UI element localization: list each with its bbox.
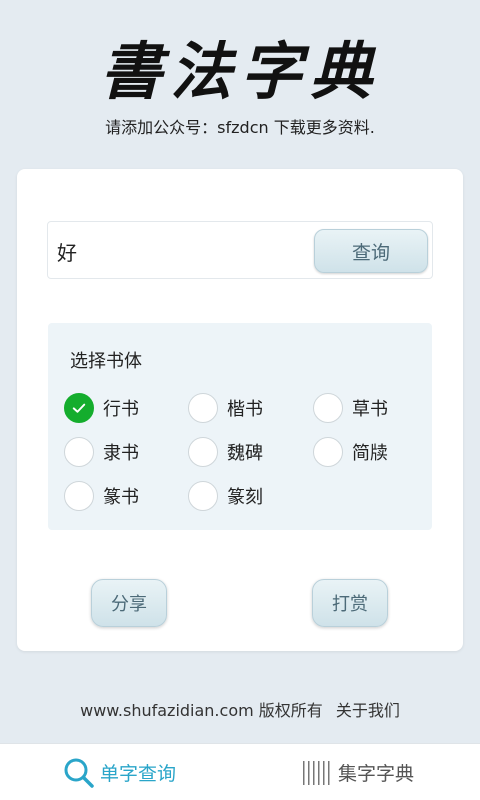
option-xingshu[interactable]: 行书	[64, 393, 139, 423]
radio[interactable]	[188, 481, 218, 511]
about-link[interactable]: 关于我们	[336, 701, 400, 720]
check-icon	[72, 403, 86, 413]
nav-collect-char[interactable]: 集字字典	[302, 744, 414, 800]
app-title: 書法字典	[99, 35, 380, 108]
share-button[interactable]: 分享	[91, 579, 167, 627]
option-kaishu[interactable]: 楷书	[188, 393, 263, 423]
search-button[interactable]: 查询	[314, 229, 428, 273]
option-label: 篆刻	[227, 487, 263, 508]
option-caoshu[interactable]: 草书	[313, 393, 388, 423]
nav-label: 单字查询	[100, 763, 177, 785]
option-zhuanke[interactable]: 篆刻	[188, 481, 263, 511]
option-lishu[interactable]: 隶书	[64, 437, 139, 467]
search-icon	[64, 758, 94, 788]
nav-label: 集字字典	[338, 763, 415, 785]
option-label: 简牍	[352, 443, 388, 464]
subtitle: 请添加公众号：sfzdcn 下载更多资料.	[105, 118, 375, 137]
option-label: 魏碑	[227, 443, 263, 464]
option-label: 隶书	[103, 443, 139, 464]
search-row: 查询	[47, 221, 433, 280]
copyright-text: www.shufazidian.com 版权所有	[80, 701, 323, 720]
radio[interactable]	[64, 437, 94, 467]
radio-checked[interactable]	[64, 393, 94, 423]
barcode-icon	[303, 760, 330, 785]
font-style-panel: 选择书体 行书 楷书 草书 隶书 魏碑 简牍 篆书 篆刻	[48, 323, 432, 530]
search-input[interactable]	[57, 222, 297, 280]
option-label: 篆书	[103, 487, 139, 508]
radio[interactable]	[313, 437, 343, 467]
option-weibei[interactable]: 魏碑	[188, 437, 263, 467]
option-label: 楷书	[227, 399, 263, 420]
radio[interactable]	[188, 393, 218, 423]
nav-single-char[interactable]: 单字查询	[62, 744, 176, 800]
option-jiandu[interactable]: 简牍	[313, 437, 388, 467]
option-label: 行书	[103, 399, 139, 420]
main-card: 查询 选择书体 行书 楷书 草书 隶书 魏碑	[17, 169, 463, 651]
tip-button[interactable]: 打赏	[312, 579, 388, 627]
radio[interactable]	[313, 393, 343, 423]
option-label: 草书	[352, 399, 388, 420]
bottom-nav: 单字查询 集字字典	[0, 743, 480, 800]
radio[interactable]	[64, 481, 94, 511]
radio[interactable]	[188, 437, 218, 467]
footer: www.shufazidian.com 版权所有 关于我们	[0, 697, 480, 721]
option-zhuanshu[interactable]: 篆书	[64, 481, 139, 511]
panel-title: 选择书体	[70, 351, 142, 372]
